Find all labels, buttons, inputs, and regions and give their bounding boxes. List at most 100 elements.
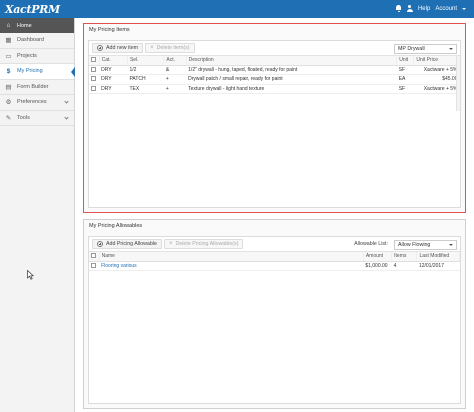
user-icon[interactable] <box>406 5 413 12</box>
pricing-allowables-table: Name Amount Items Last Modified Flooring… <box>89 252 460 271</box>
document-icon: ▤ <box>5 83 12 91</box>
column-header[interactable]: Unit <box>396 56 415 66</box>
delete-allowables-button[interactable]: × Delete Pricing Allowable(s) <box>163 239 244 249</box>
pricing-allowables-toolbar: Add Pricing Allowable × Delete Pricing A… <box>89 237 460 252</box>
cell-unit: EA <box>396 74 414 85</box>
pricing-items-grid: Add new item × Delete item(s) MP Drywall… <box>88 40 461 208</box>
app-logo[interactable]: XactPRM <box>5 3 60 16</box>
plus-icon <box>97 45 103 51</box>
gears-icon: ⚙ <box>5 99 12 107</box>
cell-description: 1/2" drywall - hung, taped, floated, rea… <box>186 65 397 75</box>
cell-unit-price: Xactware + 5% <box>413 65 460 75</box>
pricing-allowables-grid: Add Pricing Allowable × Delete Pricing A… <box>88 236 461 404</box>
table-header-row: Name Amount Items Last Modified <box>89 252 460 262</box>
panel-title: My Pricing Items <box>89 27 130 33</box>
column-header[interactable]: Name <box>99 252 364 262</box>
help-link[interactable]: Help <box>418 6 430 12</box>
close-icon: × <box>150 45 154 51</box>
row-checkbox[interactable] <box>89 84 100 94</box>
caret-down-icon[interactable] <box>462 7 466 10</box>
column-header[interactable]: Items <box>391 252 418 262</box>
cell-cat: DRY <box>99 74 128 85</box>
table-row[interactable]: DRY TEX + Texture drywall - light hand t… <box>89 84 460 94</box>
row-checkbox[interactable] <box>89 74 100 85</box>
bell-icon[interactable] <box>396 5 402 12</box>
sidebar-item-home[interactable]: ⌂ Home <box>0 18 74 33</box>
pricing-items-toolbar: Add new item × Delete item(s) MP Drywall <box>89 41 460 56</box>
cell-act: + <box>163 84 187 94</box>
select-all-checkbox[interactable] <box>89 56 100 66</box>
cell-description: Texture drywall - light hand texture <box>186 84 397 94</box>
cell-act: + <box>163 74 187 85</box>
cell-last-modified: 12/01/2017 <box>416 261 460 271</box>
table-row[interactable]: Flooring various $1,000.00 4 12/01/2017 <box>89 261 460 271</box>
chevron-down-icon[interactable] <box>64 114 69 120</box>
column-header[interactable]: Description <box>186 56 398 66</box>
add-item-button[interactable]: Add new item <box>92 43 144 53</box>
sidebar-item-tools[interactable]: ✎ Tools <box>0 111 74 126</box>
cell-unit: SF <box>396 84 414 94</box>
sidebar-item-label: Form Builder <box>17 83 49 90</box>
column-header[interactable]: Amount <box>363 252 393 262</box>
mouse-cursor-icon <box>27 270 34 280</box>
top-bar: XactPRM Help Account <box>0 0 474 18</box>
cell-sel: PATCH <box>127 74 164 85</box>
plus-icon <box>97 241 103 247</box>
sidebar-item-form-builder[interactable]: ▤ Form Builder <box>0 80 74 95</box>
home-icon: ⌂ <box>6 22 11 29</box>
sidebar-item-label: Home <box>17 22 32 29</box>
sidebar-item-label: My Pricing <box>17 68 43 75</box>
price-list-select[interactable]: MP Drywall <box>394 43 457 54</box>
column-header[interactable]: Last Modified <box>416 252 460 262</box>
add-allowable-button[interactable]: Add Pricing Allowable <box>92 239 162 249</box>
table-row[interactable]: DRY 1/2 & 1/2" drywall - hung, taped, fl… <box>89 65 460 75</box>
top-right-controls: Help Account <box>396 5 466 12</box>
row-checkbox[interactable] <box>89 65 100 75</box>
main-content: My Pricing Items Add new item × Delete i… <box>75 18 474 412</box>
dollar-icon: $ <box>6 67 11 75</box>
allowable-list-label: Allowable List: <box>354 241 388 247</box>
vertical-scrollbar[interactable] <box>456 56 460 111</box>
cell-unit-price: $45.00 <box>413 74 460 85</box>
allowable-list-select[interactable]: Allow Flowing <box>394 239 457 250</box>
close-icon: × <box>168 241 173 247</box>
sidebar-item-label: Projects <box>17 52 37 59</box>
cell-cat: DRY <box>99 65 128 75</box>
cell-description: Drywall patch / small repair, ready for … <box>186 74 397 85</box>
sidebar-item-projects[interactable]: ▭ Projects <box>0 49 74 64</box>
column-header[interactable]: Act. <box>163 56 187 66</box>
delete-allowables-label: Delete Pricing Allowable(s) <box>175 241 239 247</box>
sidebar-item-preferences[interactable]: ⚙ Preferences <box>0 95 74 111</box>
cell-act: & <box>163 65 187 75</box>
sidebar-item-label: Tools <box>17 114 30 121</box>
cell-sel: TEX <box>127 84 164 94</box>
pricing-allowables-panel: My Pricing Allowables Add Pricing Allowa… <box>83 219 466 409</box>
delete-items-button[interactable]: × Delete item(s) <box>145 43 195 53</box>
column-header[interactable]: Unit Price <box>413 56 460 66</box>
pricing-items-table: Cat. Sel. Act. Description Unit Unit Pri… <box>89 56 460 94</box>
sidebar-item-label: Dashboard <box>17 37 44 44</box>
sidebar-item-my-pricing[interactable]: $ My Pricing <box>0 64 75 80</box>
cell-cat: DRY <box>99 84 128 94</box>
dashboard-icon: ▦ <box>5 37 12 45</box>
table-row[interactable]: DRY PATCH + Drywall patch / small repair… <box>89 74 460 85</box>
pricing-items-panel: My Pricing Items Add new item × Delete i… <box>83 23 466 213</box>
row-checkbox[interactable] <box>89 261 100 271</box>
column-header[interactable]: Sel. <box>127 56 165 66</box>
allowable-name-link[interactable]: Flooring various <box>99 261 364 271</box>
select-all-checkbox[interactable] <box>89 252 100 262</box>
cell-items: 4 <box>391 261 417 271</box>
add-allowable-label: Add Pricing Allowable <box>106 241 157 247</box>
cell-unit: SF <box>396 65 414 75</box>
cell-sel: 1/2 <box>127 65 164 75</box>
add-item-label: Add new item <box>106 45 139 51</box>
cell-unit-price: Xactware + 5% <box>413 84 460 94</box>
account-menu[interactable]: Account <box>435 6 457 12</box>
chevron-down-icon[interactable] <box>64 99 69 104</box>
panel-title: My Pricing Allowables <box>89 223 143 229</box>
sidebar: ⌂ Home ▦ Dashboard ▭ Projects $ My Prici… <box>0 18 75 412</box>
sidebar-item-label: Preferences <box>17 99 47 106</box>
column-header[interactable]: Cat. <box>99 56 128 66</box>
sidebar-item-dashboard[interactable]: ▦ Dashboard <box>0 33 74 49</box>
table-header-row: Cat. Sel. Act. Description Unit Unit Pri… <box>89 56 460 66</box>
